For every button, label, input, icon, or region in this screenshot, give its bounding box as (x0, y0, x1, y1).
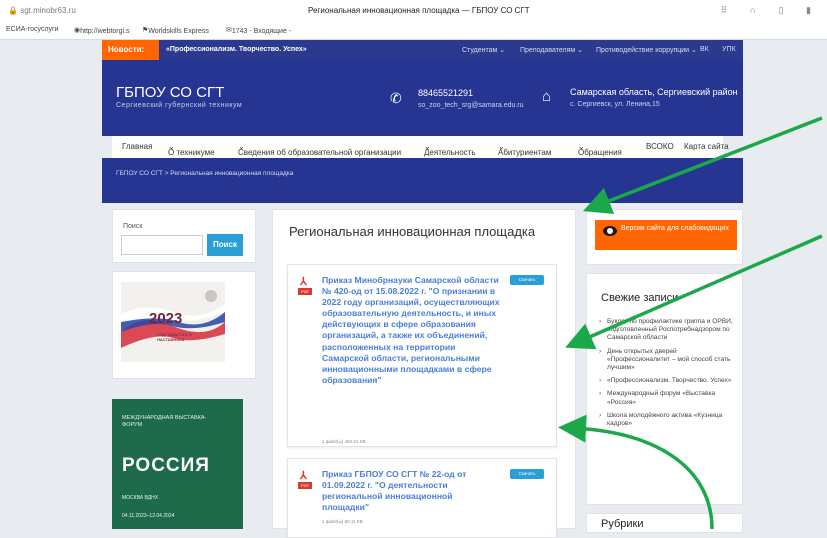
main-article: Региональная инновационная площадка ⅄ PDF… (272, 209, 576, 538)
accessibility-button[interactable]: Версия сайта для слабовидящих (595, 220, 737, 250)
list-item[interactable]: Школа молодёжного актива «Кузница кадров… (599, 412, 739, 428)
topnav-teachers[interactable]: Преподавателям ⌄ (520, 46, 583, 54)
home-icon: ⌂ (542, 88, 552, 105)
teacher-year-image: 2023 ГОД ПЕДАГОГА И НАСТАВНИКА (121, 282, 225, 362)
document-meta: 1 файл(ы) 60.11 KB (322, 519, 363, 524)
list-item[interactable]: Международный форум «Выставка «Россия» (599, 390, 739, 406)
news-bar: Новости: «Профессионализм. Творчество. У… (102, 40, 743, 60)
teacher-year-number: 2023 (149, 310, 183, 327)
menu-item-about[interactable]: О техникуме ⌄ (168, 142, 215, 157)
document-meta: 1 файл(ы) 482.61 KB (322, 439, 366, 444)
page-title: Региональная инновационная площадка (289, 224, 536, 239)
russia-banner-small: МЕЖДУНАРОДНАЯ ВЫСТАВКА-ФОРУМ (122, 415, 207, 428)
recent-posts-widget: Свежие записи Буклет по профилактике гри… (586, 273, 743, 505)
search-widget: Поиск Поиск (112, 209, 256, 263)
list-item[interactable]: День открытых дверей «Профессионалитет –… (599, 348, 739, 373)
website: Новости: «Профессионализм. Творчество. У… (102, 40, 743, 538)
bookmark-esia[interactable]: ЕСИА-госуслуги (6, 26, 59, 33)
address-row: 🔒 sgt.minobr63.ru Региональная инновацио… (0, 0, 827, 22)
site-subtitle: Сергиевский губернский техникум (116, 102, 243, 109)
search-button[interactable]: Поиск (207, 234, 243, 256)
news-ticker[interactable]: «Профессионализм. Творчество. Успех» (166, 46, 307, 53)
browser-chrome: 🔒 sgt.minobr63.ru Региональная инновацио… (0, 0, 827, 40)
document-item: ⅄ PDF Приказ ГБПОУ СО СГТ № 22-од от 01.0… (287, 458, 557, 538)
rubrics-widget: Рубрики (586, 513, 743, 533)
rubrics-heading: Рубрики (601, 518, 644, 530)
phone-number: 88465521291 (418, 88, 474, 98)
pdf-icon: ⅄ PDF (298, 275, 312, 297)
email-address[interactable]: so_zoo_tech_srg@samara.edu.ru (418, 102, 524, 109)
document-item: ⅄ PDF Приказ Минобрнауки Самарской област… (287, 264, 557, 447)
menu-item-applicants[interactable]: Абитуриентам ⌄ (498, 142, 551, 157)
address-text: с. Сергиевск, ул. Ленина,15 (570, 101, 660, 108)
main-menu: Главная О техникуме ⌄ Сведения об образо… (112, 136, 729, 158)
phone-icon: ✆ (390, 90, 402, 106)
russia-banner-dates: 04.11.2023–12.04.2024 (122, 513, 175, 519)
teacher-year-caption: ГОД ПЕДАГОГА И НАСТАВНИКА (157, 332, 192, 342)
bookmark-worldskills[interactable]: ⚑ Worldskills Express (142, 26, 209, 35)
russia-banner-title: РОССИЯ (122, 455, 210, 476)
bookmark-webtorgi[interactable]: ◉ http://webtorgi.s (74, 26, 130, 35)
window-controls[interactable]: ⠿ ∩ ▯ ▮ (721, 5, 821, 16)
accessibility-label: Версия сайта для слабовидящих (621, 225, 729, 232)
download-button[interactable]: Скачать (510, 275, 544, 285)
address-bar[interactable]: 🔒 sgt.minobr63.ru (8, 6, 76, 15)
recent-posts-list: Буклет по профилактике гриппа и ОРВИ, по… (599, 318, 739, 433)
list-item[interactable]: «Профессионализм. Творчество. Успех» (599, 377, 739, 385)
document-title[interactable]: Приказ Минобрнауки Самарской области № 4… (322, 275, 500, 386)
bookmarks-bar: ЕСИА-госуслуги ◉ http://webtorgi.s ⚑ Wor… (0, 24, 827, 38)
pdf-icon: ⅄ PDF (298, 469, 312, 491)
bookmark-mail[interactable]: ✉ 1743 - Входящие - (226, 26, 291, 35)
menu-item-vsoko[interactable]: ВСОКО (646, 142, 674, 151)
news-label: Новости: (102, 40, 159, 60)
menu-item-home[interactable]: Главная (122, 142, 152, 151)
menu-item-activity[interactable]: Деятельность ⌄ (424, 142, 476, 157)
breadcrumb[interactable]: ГБПОУ СО СГТ > Региональная инновационна… (116, 170, 293, 177)
url-text: sgt.minobr63.ru (20, 6, 76, 15)
recent-posts-heading: Свежие записи (601, 292, 679, 304)
banner-teacher-year[interactable]: 2023 ГОД ПЕДАГОГА И НАСТАВНИКА (112, 271, 256, 379)
menu-item-appeals[interactable]: Обращения ⌄ (578, 142, 622, 157)
list-item[interactable]: Буклет по профилактике гриппа и ОРВИ, по… (599, 318, 739, 343)
search-input[interactable] (121, 235, 203, 255)
topnav-upk[interactable]: УПК (722, 46, 736, 53)
site-title[interactable]: ГБПОУ СО СГТ (116, 84, 224, 101)
breadcrumb-band: ГБПОУ СО СГТ > Региональная инновационна… (102, 158, 743, 203)
banner-russia[interactable]: МЕЖДУНАРОДНАЯ ВЫСТАВКА-ФОРУМ РОССИЯ МОСК… (112, 399, 243, 529)
eye-icon (603, 226, 617, 236)
menu-item-info[interactable]: Сведения об образовательной организации … (238, 142, 401, 157)
download-button[interactable]: Скачать (510, 469, 544, 479)
topnav-vk[interactable]: ВК (700, 46, 709, 53)
search-label: Поиск (123, 223, 143, 230)
russia-banner-bg: МЕЖДУНАРОДНАЯ ВЫСТАВКА-ФОРУМ РОССИЯ МОСК… (112, 399, 243, 529)
document-title[interactable]: Приказ ГБПОУ СО СГТ № 22-од от 01.09.202… (322, 469, 500, 513)
accessibility-widget: Версия сайта для слабовидящих (586, 209, 743, 265)
topnav-anticorruption[interactable]: Противодействие коррупции ⌄ (596, 46, 697, 54)
russia-banner-place: МОСКВА ВДНХ (122, 495, 159, 501)
site-header: ГБПОУ СО СГТ Сергиевский губернский техн… (102, 60, 743, 136)
content-area: Поиск Поиск 2023 ГОД ПЕДАГОГА И НАСТАВНИ… (102, 203, 743, 538)
topnav-students[interactable]: Студентам ⌄ (462, 46, 505, 54)
tab-title[interactable]: Региональная инновационная площадка — ГБ… (308, 6, 530, 15)
menu-item-sitemap[interactable]: Карта сайта (684, 142, 729, 151)
region-text: Самарская область, Сергиевский район (570, 87, 738, 97)
